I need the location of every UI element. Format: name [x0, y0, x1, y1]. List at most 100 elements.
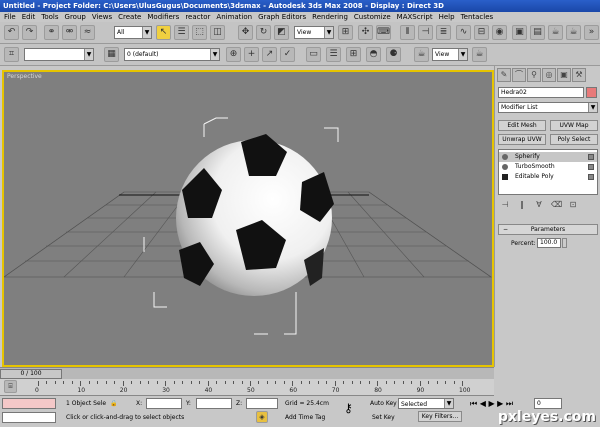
- auto-key-button[interactable]: Auto Key: [370, 398, 397, 409]
- viewport-label[interactable]: Perspective: [7, 73, 42, 80]
- key-filters-button[interactable]: Key Filters...: [418, 411, 462, 422]
- current-frame-field[interactable]: 0: [534, 398, 562, 409]
- display-tab-icon[interactable]: ▣: [557, 68, 571, 82]
- lock-selection-icon[interactable]: 🔒: [110, 398, 117, 409]
- select-in-layer-icon[interactable]: ↗: [262, 47, 277, 62]
- curve-editor-icon[interactable]: ∿: [456, 25, 471, 40]
- rotate-icon[interactable]: ↻: [256, 25, 271, 40]
- edit-mesh-button[interactable]: Edit Mesh: [498, 120, 546, 131]
- material-icon[interactable]: ◓: [366, 47, 381, 62]
- track-view-icon[interactable]: ☰: [326, 47, 341, 62]
- link-icon[interactable]: ⚭: [44, 25, 59, 40]
- object-color-swatch[interactable]: [586, 87, 597, 98]
- time-tag-icon[interactable]: ◈: [256, 411, 268, 423]
- configure-modifier-sets-icon[interactable]: ⊡: [568, 200, 578, 210]
- menu-maxscript[interactable]: MAXScript: [397, 12, 433, 22]
- schematic-view-icon[interactable]: ⊟: [474, 25, 489, 40]
- set-key-button[interactable]: Set Key: [372, 412, 395, 423]
- menu-tentacles[interactable]: Tentacles: [461, 12, 494, 22]
- mini-curve-editor-icon[interactable]: ⌸: [4, 380, 17, 393]
- menu-reactor[interactable]: reactor: [185, 12, 210, 22]
- menu-file[interactable]: File: [4, 12, 16, 22]
- percent-input[interactable]: 100.0: [537, 238, 561, 248]
- render-setup-icon[interactable]: ▣: [512, 25, 527, 40]
- palette-icon[interactable]: ⚈: [386, 47, 401, 62]
- window-crossing-icon[interactable]: ◫: [210, 25, 225, 40]
- layer-dropdown[interactable]: 0 (default) ▼: [124, 48, 220, 61]
- add-time-tag[interactable]: Add Time Tag: [285, 412, 325, 423]
- time-slider-bar[interactable]: 0 / 100: [0, 367, 494, 379]
- next-frame-icon[interactable]: ▶: [497, 399, 503, 408]
- play-icon[interactable]: ▶: [488, 399, 494, 408]
- render-icon[interactable]: ☕: [472, 47, 487, 62]
- menu-edit[interactable]: Edit: [22, 12, 36, 22]
- lightbulb-icon[interactable]: [502, 154, 508, 160]
- layer-manager-icon[interactable]: ≣: [436, 25, 451, 40]
- toggle-icon[interactable]: [588, 164, 594, 170]
- view-dropdown[interactable]: View ▼: [432, 48, 468, 61]
- teapot-render-icon[interactable]: ☕: [414, 47, 429, 62]
- layers-icon[interactable]: ▦: [104, 47, 119, 62]
- menu-graph-editors[interactable]: Graph Editors: [258, 12, 306, 22]
- percent-spinner[interactable]: [562, 238, 567, 248]
- set-current-layer-icon[interactable]: ✓: [280, 47, 295, 62]
- toolbar-overflow-icon[interactable]: »: [584, 25, 599, 40]
- select-object-icon[interactable]: ↖: [156, 25, 171, 40]
- key-mode-dropdown[interactable]: Selected ▼: [398, 398, 454, 409]
- new-layer-icon[interactable]: ⊕: [226, 47, 241, 62]
- snap-toggle-icon[interactable]: ⌗: [4, 47, 19, 62]
- material-editor-icon[interactable]: ◉: [492, 25, 507, 40]
- track-bar[interactable]: ⌸ 0 10 20 30 40 50 60 70 80 90 100: [0, 379, 494, 396]
- keyboard-shortcut-override-icon[interactable]: ⌨: [376, 25, 391, 40]
- create-tab-icon[interactable]: ✎: [497, 68, 511, 82]
- rendered-frame-window-icon[interactable]: ▤: [530, 25, 545, 40]
- utilities-tab-icon[interactable]: ⚒: [572, 68, 586, 82]
- menu-help[interactable]: Help: [439, 12, 455, 22]
- modify-tab-icon[interactable]: ⌒: [512, 68, 526, 82]
- poly-select-button[interactable]: Poly Select: [550, 134, 598, 145]
- key-icon[interactable]: ⚷: [344, 402, 353, 414]
- pin-stack-icon[interactable]: ⊣: [500, 200, 510, 210]
- maxscript-listener-mini[interactable]: [2, 398, 56, 409]
- unwrap-uvw-button[interactable]: Unwrap UVW: [498, 134, 546, 145]
- toggle-icon[interactable]: [588, 174, 594, 180]
- reference-coordinate-dropdown[interactable]: View ▼: [294, 26, 334, 39]
- move-icon[interactable]: ✥: [238, 25, 253, 40]
- modifier-list-dropdown[interactable]: Modifier List ▼: [498, 102, 598, 113]
- parameters-rollout[interactable]: − Parameters: [498, 224, 598, 235]
- menu-group[interactable]: Group: [65, 12, 86, 22]
- perspective-viewport[interactable]: Perspective: [2, 70, 494, 367]
- undo-icon[interactable]: ↶: [4, 25, 19, 40]
- named-selection-set-dropdown[interactable]: ▼: [24, 48, 94, 61]
- y-coordinate-field[interactable]: [196, 398, 232, 409]
- select-manipulate-icon[interactable]: ✣: [358, 25, 373, 40]
- menu-create[interactable]: Create: [118, 12, 141, 22]
- rectangular-selection-icon[interactable]: ⬚: [192, 25, 207, 40]
- expand-icon[interactable]: [502, 174, 508, 180]
- lightbulb-icon[interactable]: [502, 164, 508, 170]
- menu-tools[interactable]: Tools: [41, 12, 58, 22]
- remove-modifier-icon[interactable]: ⌫: [551, 200, 562, 210]
- schematic-icon[interactable]: ⊞: [346, 47, 361, 62]
- selection-filter-dropdown[interactable]: All ▼: [114, 26, 152, 39]
- select-by-name-icon[interactable]: ☰: [174, 25, 189, 40]
- stack-item-turbosmooth[interactable]: TurboSmooth: [499, 162, 597, 172]
- unlink-icon[interactable]: ⚮: [62, 25, 77, 40]
- add-to-layer-icon[interactable]: +: [244, 47, 259, 62]
- menu-modifiers[interactable]: Modifiers: [147, 12, 179, 22]
- scale-icon[interactable]: ◩: [274, 25, 289, 40]
- go-to-end-icon[interactable]: ⏭: [506, 399, 513, 408]
- toggle-icon[interactable]: [588, 154, 594, 160]
- uvw-map-button[interactable]: UVW Map: [550, 120, 598, 131]
- previous-frame-icon[interactable]: ◀: [480, 399, 486, 408]
- go-to-start-icon[interactable]: ⏮: [470, 399, 477, 408]
- x-coordinate-field[interactable]: [146, 398, 182, 409]
- menu-rendering[interactable]: Rendering: [312, 12, 348, 22]
- pivot-center-icon[interactable]: ⊞: [338, 25, 353, 40]
- motion-tab-icon[interactable]: ◎: [542, 68, 556, 82]
- show-end-result-icon[interactable]: ‖: [517, 200, 527, 210]
- mirror-icon[interactable]: ⫴: [400, 25, 415, 40]
- stack-item-editable-poly[interactable]: Editable Poly: [499, 172, 597, 182]
- redo-icon[interactable]: ↷: [22, 25, 37, 40]
- menu-views[interactable]: Views: [92, 12, 112, 22]
